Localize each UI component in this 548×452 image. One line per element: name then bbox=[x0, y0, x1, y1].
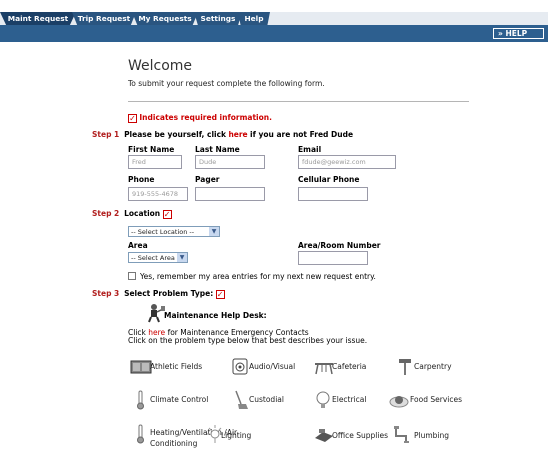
step2-label: Step 2 bbox=[92, 209, 120, 218]
phone-label: Phone bbox=[128, 175, 155, 184]
remember-area-text: Yes, remember my area entries for my nex… bbox=[140, 272, 376, 281]
category-carpentry[interactable]: Carpentry bbox=[414, 362, 452, 371]
step1-text: Please be yourself, click bbox=[124, 130, 227, 139]
climate-control-icon[interactable] bbox=[130, 390, 152, 410]
category-hvac-line2[interactable]: Conditioning bbox=[150, 439, 197, 448]
first-name-label: First Name bbox=[128, 145, 175, 154]
location-label: Location bbox=[124, 209, 161, 218]
page-title: Welcome bbox=[128, 58, 193, 74]
helpdesk-title: Maintenance Help Desk: bbox=[164, 311, 267, 320]
cell-phone-field[interactable] bbox=[298, 187, 368, 201]
required-note: ✓ Indicates required information. bbox=[128, 113, 272, 123]
step1-label: Step 1 bbox=[92, 130, 120, 139]
required-check-icon: ✓ bbox=[215, 289, 225, 299]
category-office-supplies[interactable]: Office Supplies bbox=[332, 431, 388, 440]
plumbing-icon[interactable] bbox=[392, 424, 414, 444]
athletic-fields-icon[interactable] bbox=[130, 356, 152, 376]
category-cafeteria[interactable]: Cafeteria bbox=[332, 362, 366, 371]
room-number-label: Area/Room Number bbox=[298, 241, 381, 250]
email-field[interactable]: fdude@geewiz.com bbox=[298, 155, 396, 169]
divider bbox=[128, 101, 469, 102]
category-electrical[interactable]: Electrical bbox=[332, 395, 366, 404]
category-lighting[interactable]: Lighting bbox=[221, 431, 251, 440]
pager-field[interactable] bbox=[195, 187, 265, 201]
category-audio-visual[interactable]: Audio/Visual bbox=[249, 362, 295, 371]
remember-area-checkbox[interactable] bbox=[128, 272, 136, 280]
problem-type-title: Select Problem Type: bbox=[124, 289, 214, 298]
category-athletic-fields[interactable]: Athletic Fields bbox=[150, 362, 202, 371]
not-me-link[interactable]: here bbox=[228, 130, 247, 139]
tab-settings[interactable]: Settings bbox=[194, 12, 242, 25]
step1-text-after: if you are not Fred Dude bbox=[250, 130, 354, 139]
category-food-services[interactable]: Food Services bbox=[410, 395, 462, 404]
tab-maint-request[interactable]: Maint Request bbox=[0, 12, 76, 25]
area-select[interactable]: -- Select Area -- ▼ bbox=[128, 252, 188, 263]
phone-field[interactable]: 919-555-4678 bbox=[128, 187, 188, 201]
last-name-field[interactable]: Dude bbox=[195, 155, 265, 169]
required-check-icon: ✓ bbox=[162, 209, 172, 219]
tab-trip-request[interactable]: Trip Request bbox=[72, 12, 136, 25]
chevron-down-icon: ▼ bbox=[209, 227, 219, 236]
chevron-down-icon: ▼ bbox=[177, 253, 187, 262]
last-name-label: Last Name bbox=[195, 145, 240, 154]
step2-row: Step 2 Location ✓ bbox=[92, 209, 172, 219]
pager-label: Pager bbox=[195, 175, 220, 184]
first-name-field[interactable]: Fred bbox=[128, 155, 182, 169]
header-band bbox=[0, 25, 548, 42]
category-custodial[interactable]: Custodial bbox=[249, 395, 284, 404]
cell-phone-label: Cellular Phone bbox=[298, 175, 360, 184]
required-check-icon: ✓ bbox=[128, 113, 137, 123]
tab-my-requests[interactable]: My Requests bbox=[132, 12, 198, 25]
intro-text: To submit your request complete the foll… bbox=[128, 79, 325, 88]
step3-label: Step 3 bbox=[92, 289, 120, 298]
area-label: Area bbox=[128, 241, 148, 250]
help-button[interactable]: » HELP bbox=[493, 28, 544, 39]
step3-row: Step 3 Select Problem Type: ✓ bbox=[92, 289, 225, 299]
location-select[interactable]: -- Select Location -- ▼ bbox=[128, 226, 220, 237]
problem-instruction: Click on the problem type below that bes… bbox=[128, 336, 368, 345]
food-services-icon[interactable] bbox=[388, 390, 410, 410]
step1-row: Step 1 Please be yourself, click here if… bbox=[92, 130, 353, 139]
hvac-icon[interactable] bbox=[130, 424, 152, 444]
category-climate-control[interactable]: Climate Control bbox=[150, 395, 208, 404]
category-plumbing[interactable]: Plumbing bbox=[414, 431, 449, 440]
email-label: Email bbox=[298, 145, 322, 154]
tab-help[interactable]: Help bbox=[238, 12, 270, 25]
room-number-field[interactable] bbox=[298, 251, 368, 265]
